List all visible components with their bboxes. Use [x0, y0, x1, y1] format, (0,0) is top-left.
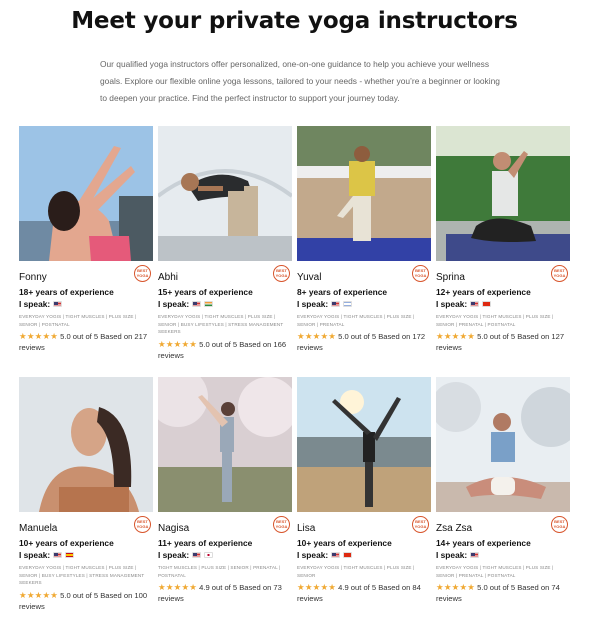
instructor-card[interactable]: Yuval BEST YOGA 8+ years of experience I…: [297, 126, 431, 377]
instructor-grid: Fonny BEST YOGA 18+ years of experience …: [19, 126, 570, 622]
speak-label: I speak:: [436, 299, 468, 309]
rating-summary: ★★★★★ 5.0 out of 5 Based on 127 reviews: [436, 331, 570, 353]
instructor-photo[interactable]: [158, 126, 292, 261]
instructor-name[interactable]: Yuval: [297, 272, 321, 283]
instructor-name[interactable]: Sprina: [436, 272, 465, 283]
in-flag: [204, 301, 214, 307]
experience-text: 10+ years of experience: [297, 538, 392, 548]
instructor-name[interactable]: Fonny: [19, 272, 47, 283]
es-flag: [65, 552, 75, 558]
us-flag: [331, 301, 341, 307]
instructor-name[interactable]: Manuela: [19, 523, 57, 534]
instructor-card[interactable]: Abhi BEST YOGA 15+ years of experience I…: [158, 126, 292, 377]
rating-summary: ★★★★★ 5.0 out of 5 Based on 166 reviews: [158, 339, 292, 361]
instructor-name[interactable]: Lisa: [297, 523, 315, 534]
languages-row: I speak:: [19, 550, 153, 560]
specialty-tags: EVERYDAY YOGIS | TIGHT MUSCLES | PLUS SI…: [19, 314, 137, 327]
best-yoga-badge-icon: BEST YOGA: [134, 265, 151, 282]
rating-summary: ★★★★★ 5.0 out of 5 Based on 100 reviews: [19, 590, 153, 612]
star-rating-icon: ★★★★★: [19, 589, 59, 600]
instructor-card[interactable]: Fonny BEST YOGA 18+ years of experience …: [19, 126, 153, 377]
us-flag: [331, 552, 341, 558]
experience-text: 12+ years of experience: [436, 287, 531, 297]
instructor-name[interactable]: Zsa Zsa: [436, 523, 472, 534]
us-flag: [192, 301, 202, 307]
specialty-tags: EVERYDAY YOGIS | TIGHT MUSCLES | PLUS SI…: [158, 314, 284, 334]
instructor-photo[interactable]: [158, 377, 292, 512]
instructor-photo[interactable]: [436, 377, 570, 512]
us-flag: [470, 552, 480, 558]
star-rating-icon: ★★★★★: [436, 582, 476, 592]
star-rating-icon: ★★★★★: [297, 582, 337, 592]
instructor-card[interactable]: Sprina BEST YOGA 12+ years of experience…: [436, 126, 570, 377]
experience-text: 8+ years of experience: [297, 287, 388, 297]
instructor-photo[interactable]: [436, 126, 570, 261]
instructor-photo[interactable]: [297, 126, 431, 261]
star-rating-icon: ★★★★★: [297, 331, 337, 341]
specialty-tags: EVERYDAY YOGIS | TIGHT MUSCLES | PLUS SI…: [436, 314, 554, 327]
languages-row: I speak:: [158, 550, 292, 560]
us-flag: [53, 301, 63, 307]
instructor-photo[interactable]: [297, 377, 431, 512]
specialty-tags: TIGHT MUSCLES | PLUS SIZE | SENIOR | PRE…: [158, 565, 281, 578]
rating-summary: ★★★★★ 4.9 out of 5 Based on 73 reviews: [158, 582, 292, 604]
best-yoga-badge-icon: BEST YOGA: [273, 265, 290, 282]
instructor-card[interactable]: Manuela BEST YOGA 10+ years of experienc…: [19, 377, 153, 622]
us-flag: [470, 301, 480, 307]
best-yoga-badge-icon: BEST YOGA: [551, 516, 568, 533]
rating-summary: ★★★★★ 5.0 out of 5 Based on 217 reviews: [19, 331, 153, 353]
specialty-tags: EVERYDAY YOGIS | TIGHT MUSCLES | PLUS SI…: [436, 565, 554, 578]
instructor-photo[interactable]: [19, 126, 153, 261]
specialty-tags: EVERYDAY YOGIS | TIGHT MUSCLES | PLUS SI…: [297, 314, 415, 327]
rating-summary: ★★★★★ 5.0 out of 5 Based on 172 reviews: [297, 331, 431, 353]
us-flag: [53, 552, 63, 558]
languages-row: I speak:: [19, 299, 153, 309]
instructor-card[interactable]: Zsa Zsa BEST YOGA 14+ years of experienc…: [436, 377, 570, 622]
speak-label: I speak:: [436, 550, 468, 560]
il-flag: [343, 301, 353, 307]
languages-row: I speak:: [436, 550, 570, 560]
star-rating-icon: ★★★★★: [158, 582, 198, 592]
cn-flag: [343, 552, 353, 558]
page-title: Meet your private yoga instructors: [71, 8, 518, 34]
instructor-photo[interactable]: [19, 377, 153, 512]
star-rating-icon: ★★★★★: [19, 331, 59, 341]
cn-flag: [482, 301, 492, 307]
rating-summary: ★★★★★ 4.9 out of 5 Based on 84 reviews: [297, 582, 431, 604]
languages-row: I speak:: [297, 550, 431, 560]
languages-row: I speak:: [158, 299, 292, 309]
best-yoga-badge-icon: BEST YOGA: [273, 516, 290, 533]
speak-label: I speak:: [19, 550, 51, 560]
experience-text: 14+ years of experience: [436, 538, 531, 548]
experience-text: 11+ years of experience: [158, 538, 253, 548]
instructor-card[interactable]: Lisa BEST YOGA 10+ years of experience I…: [297, 377, 431, 622]
speak-label: I speak:: [297, 550, 329, 560]
instructor-name[interactable]: Abhi: [158, 272, 178, 283]
speak-label: I speak:: [19, 299, 51, 309]
best-yoga-badge-icon: BEST YOGA: [134, 516, 151, 533]
best-yoga-badge-icon: BEST YOGA: [412, 516, 429, 533]
best-yoga-badge-icon: BEST YOGA: [551, 265, 568, 282]
specialty-tags: EVERYDAY YOGIS | TIGHT MUSCLES | PLUS SI…: [19, 565, 145, 585]
languages-row: I speak:: [297, 299, 431, 309]
us-flag: [192, 552, 202, 558]
star-rating-icon: ★★★★★: [436, 331, 476, 341]
rating-summary: ★★★★★ 5.0 out of 5 Based on 74 reviews: [436, 582, 570, 604]
instructor-name[interactable]: Nagisa: [158, 523, 189, 534]
specialty-tags: EVERYDAY YOGIS | TIGHT MUSCLES | PLUS SI…: [297, 565, 415, 578]
languages-row: I speak:: [436, 299, 570, 309]
star-rating-icon: ★★★★★: [158, 338, 198, 349]
jp-flag: [204, 552, 214, 558]
speak-label: I speak:: [158, 550, 190, 560]
best-yoga-badge-icon: BEST YOGA: [412, 265, 429, 282]
page-intro: Our qualified yoga instructors offer per…: [100, 59, 500, 103]
experience-text: 15+ years of experience: [158, 287, 253, 297]
instructor-card[interactable]: Nagisa BEST YOGA 11+ years of experience…: [158, 377, 292, 622]
speak-label: I speak:: [158, 299, 190, 309]
speak-label: I speak:: [297, 299, 329, 309]
experience-text: 10+ years of experience: [19, 538, 114, 548]
experience-text: 18+ years of experience: [19, 287, 114, 297]
